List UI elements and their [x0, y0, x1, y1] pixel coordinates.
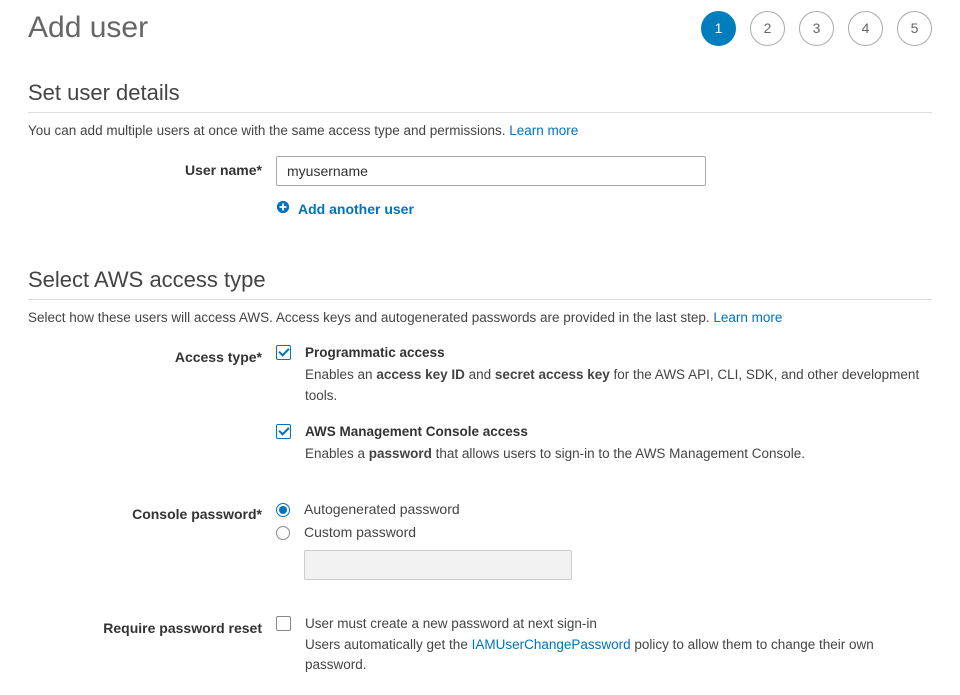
section-access-type-desc: Select how these users will access AWS. … — [28, 310, 932, 325]
section-user-details-heading: Set user details — [28, 80, 932, 113]
step-1[interactable]: 1 — [701, 11, 736, 46]
section-user-details-desc: You can add multiple users at once with … — [28, 123, 932, 138]
programmatic-access-checkbox[interactable] — [276, 345, 291, 360]
require-password-reset-text: User must create a new password at next … — [305, 614, 932, 675]
custom-password-label: Custom password — [304, 524, 416, 540]
autogenerated-password-radio[interactable] — [276, 503, 290, 517]
learn-more-link-user-details[interactable]: Learn more — [509, 123, 578, 138]
programmatic-access-text: Programmatic access Enables an access ke… — [305, 343, 932, 406]
access-type-label: Access type* — [28, 343, 276, 365]
learn-more-link-access-type[interactable]: Learn more — [713, 310, 782, 325]
page-title: Add user — [28, 10, 148, 46]
reset-line2-pre: Users automatically get the — [305, 637, 472, 652]
console-password-label: Console password* — [28, 500, 276, 522]
user-name-input[interactable] — [276, 156, 706, 186]
pa-bold1: access key ID — [376, 367, 465, 382]
wizard-steps: 1 2 3 4 5 — [701, 11, 932, 46]
custom-password-input — [304, 550, 572, 580]
autogenerated-password-label: Autogenerated password — [304, 501, 460, 517]
user-details-desc-text: You can add multiple users at once with … — [28, 123, 509, 138]
pa-mid: and — [465, 367, 495, 382]
section-access-type-heading: Select AWS access type — [28, 267, 932, 300]
console-access-title: AWS Management Console access — [305, 422, 932, 442]
step-2[interactable]: 2 — [750, 11, 785, 46]
user-name-label: User name* — [28, 156, 276, 178]
ca-desc-post: that allows users to sign-in to the AWS … — [432, 446, 805, 461]
console-access-checkbox[interactable] — [276, 424, 291, 439]
access-type-desc-text: Select how these users will access AWS. … — [28, 310, 713, 325]
step-3[interactable]: 3 — [799, 11, 834, 46]
step-5[interactable]: 5 — [897, 11, 932, 46]
add-another-user-label: Add another user — [298, 201, 414, 217]
ca-bold1: password — [369, 446, 432, 461]
pa-bold2: secret access key — [495, 367, 610, 382]
step-4[interactable]: 4 — [848, 11, 883, 46]
require-password-reset-label: Require password reset — [28, 614, 276, 636]
iam-policy-link[interactable]: IAMUserChangePassword — [472, 637, 631, 652]
console-access-text: AWS Management Console access Enables a … — [305, 422, 932, 465]
pa-desc-pre: Enables an — [305, 367, 376, 382]
ca-desc-pre: Enables a — [305, 446, 369, 461]
add-another-user-link[interactable]: Add another user — [276, 200, 414, 217]
plus-circle-icon — [276, 200, 290, 217]
reset-line1: User must create a new password at next … — [305, 616, 597, 631]
custom-password-radio[interactable] — [276, 526, 290, 540]
require-password-reset-checkbox[interactable] — [276, 616, 291, 631]
programmatic-access-title: Programmatic access — [305, 343, 932, 363]
